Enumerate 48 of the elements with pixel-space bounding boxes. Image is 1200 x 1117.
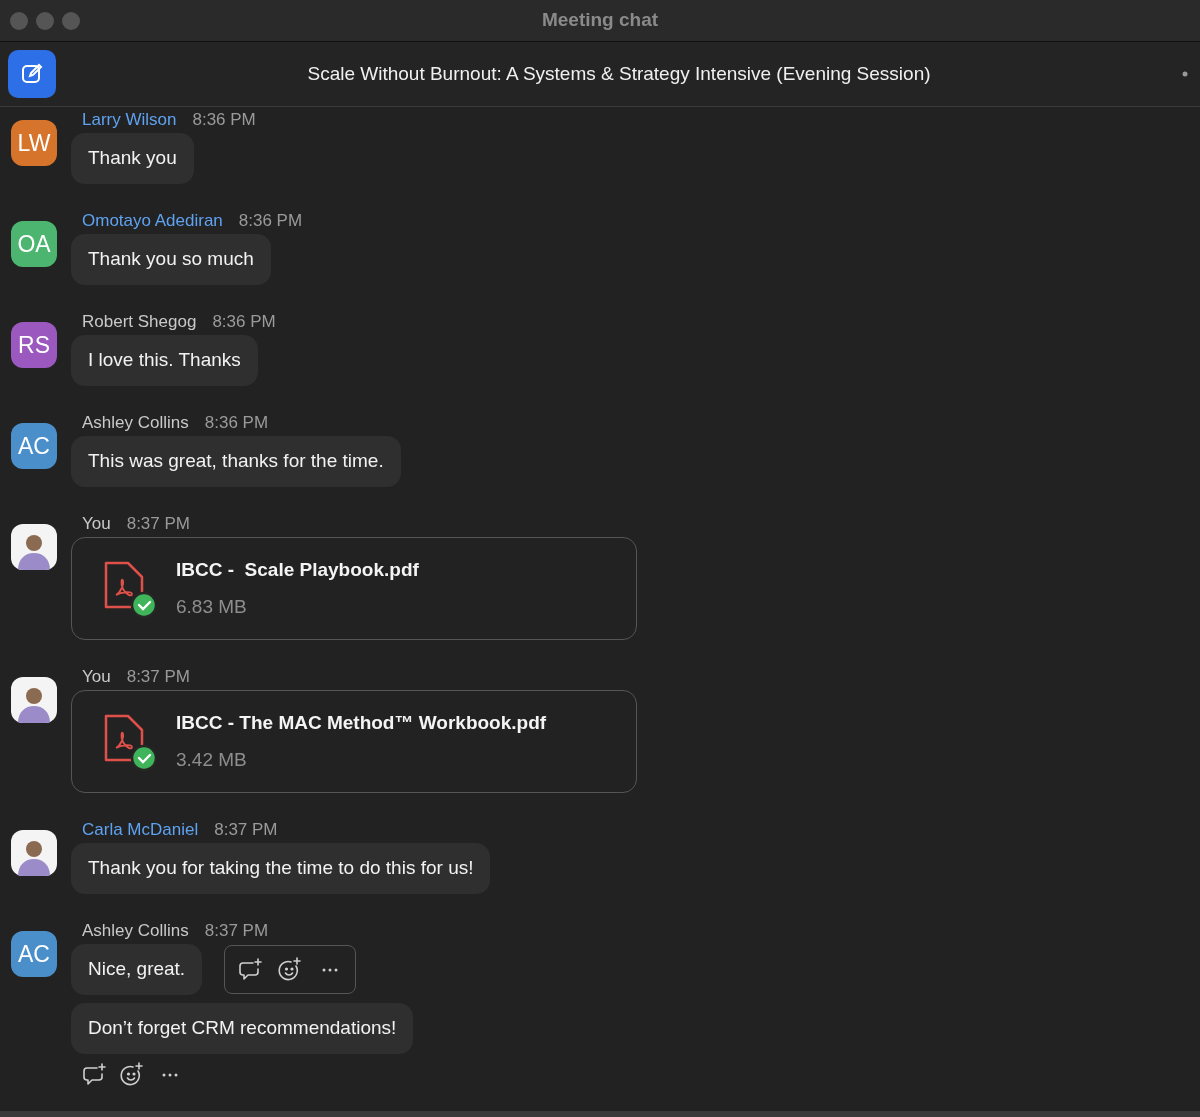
avatar: AC — [11, 423, 57, 469]
author-name: Carla McDaniel — [82, 820, 199, 840]
emoji-add-icon — [277, 956, 304, 983]
message-time: 8:37 PM — [204, 921, 269, 941]
author-name: Omotayo Adediran — [82, 211, 223, 231]
avatar: OA — [11, 221, 57, 267]
avatar: RS — [11, 322, 57, 368]
author-name: Robert Shegog — [82, 312, 197, 332]
file-name: IBCC - Scale Playbook.pdf — [176, 558, 419, 582]
message-time: 8:37 PM — [126, 514, 190, 534]
avatar-silhouette — [11, 677, 57, 723]
message-bubble: I love this. Thanks — [71, 335, 258, 386]
message-time: 8:37 PM — [126, 667, 190, 687]
file-name: IBCC - The MAC Method™ Workbook.pdf — [176, 711, 547, 735]
author-name: You — [82, 667, 111, 687]
message-bubble: Nice, great. — [71, 944, 203, 995]
message-bubble: Don’t forget CRM recommendations! — [71, 1003, 414, 1054]
message-time: 8:36 PM — [192, 110, 256, 130]
chat-title: Scale Without Burnout: A Systems & Strategy Intensive (Evening Session) — [307, 62, 931, 84]
file-size: 3.42 MB — [176, 747, 248, 772]
reply-icon — [237, 956, 264, 983]
message-bubble: Thank you for taking the time to do this for us! — [71, 843, 491, 894]
message-time: 8:36 PM — [204, 413, 269, 433]
message-time: 8:36 PM — [238, 211, 303, 231]
message-bubble: This was great, thanks for the time. — [71, 436, 401, 487]
message-bubble: Thank you — [71, 133, 194, 184]
file-attachment-card[interactable]: IBCC - Scale Playbook.pdf 6.83 MB — [71, 537, 637, 640]
more-icon — [321, 966, 340, 973]
compose-icon — [20, 62, 44, 86]
author-name: You — [82, 514, 111, 534]
message-time: 8:37 PM — [214, 820, 278, 840]
window-title: Meeting chat — [541, 8, 659, 33]
avatar: AC — [11, 931, 57, 977]
file-attachment-card[interactable]: IBCC - The MAC Method™ Workbook.pdf 3.42 MB — [71, 690, 637, 793]
message-bubble: Thank you so much — [71, 234, 271, 285]
dot-icon — [1182, 71, 1188, 77]
author-name: Larry Wilson — [82, 110, 177, 130]
more-icon — [161, 1072, 179, 1078]
reply-icon — [81, 1062, 107, 1088]
author-name: Ashley Collins — [82, 413, 189, 433]
avatar-silhouette — [11, 830, 57, 876]
compose-button[interactable] — [8, 50, 56, 98]
message-time: 8:36 PM — [212, 312, 276, 332]
emoji-add-icon — [119, 1062, 145, 1088]
author-name: Ashley Collins — [82, 921, 189, 941]
avatar-silhouette — [11, 524, 57, 570]
file-size: 6.83 MB — [176, 594, 248, 619]
avatar: LW — [11, 120, 57, 166]
